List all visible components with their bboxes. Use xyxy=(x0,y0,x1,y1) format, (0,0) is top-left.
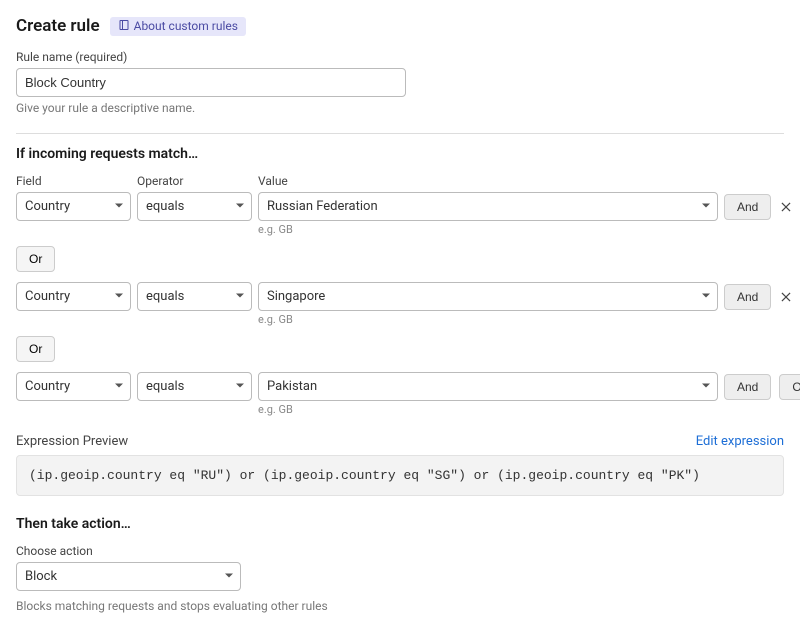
book-icon xyxy=(118,19,130,34)
value-column-label: Value xyxy=(258,174,718,188)
remove-condition-button[interactable] xyxy=(779,200,793,214)
caret-down-icon xyxy=(235,289,245,304)
divider xyxy=(16,133,784,134)
value-select[interactable]: Pakistan xyxy=(258,372,718,401)
condition-row: Country equals Russian Federation And xyxy=(16,192,784,221)
action-select-value: Block xyxy=(25,569,57,584)
caret-down-icon xyxy=(701,379,711,394)
operator-select-value: equals xyxy=(146,289,184,304)
expression-preview-label: Expression Preview xyxy=(16,434,128,449)
value-select[interactable]: Singapore xyxy=(258,282,718,311)
or-button[interactable]: Or xyxy=(16,336,55,362)
about-custom-rules-link[interactable]: About custom rules xyxy=(110,17,246,36)
expression-preview: (ip.geoip.country eq "RU") or (ip.geoip.… xyxy=(16,455,784,496)
caret-down-icon xyxy=(701,199,711,214)
operator-select[interactable]: equals xyxy=(137,192,252,221)
about-link-label: About custom rules xyxy=(134,19,238,33)
field-select-value: Country xyxy=(25,379,70,394)
value-select-value: Pakistan xyxy=(267,379,317,394)
caret-down-icon xyxy=(235,199,245,214)
value-hint: e.g. GB xyxy=(258,313,718,326)
and-button[interactable]: And xyxy=(724,194,771,220)
edit-expression-link[interactable]: Edit expression xyxy=(696,434,784,449)
rule-name-help: Give your rule a descriptive name. xyxy=(16,101,784,115)
action-select[interactable]: Block xyxy=(16,562,241,591)
operator-column-label: Operator xyxy=(137,174,252,188)
field-column-label: Field xyxy=(16,174,131,188)
field-select-value: Country xyxy=(25,289,70,304)
and-button[interactable]: And xyxy=(724,374,771,400)
field-select[interactable]: Country xyxy=(16,372,131,401)
page-title: Create rule xyxy=(16,16,100,36)
rule-name-label: Rule name (required) xyxy=(16,50,784,64)
value-hint: e.g. GB xyxy=(258,403,718,416)
value-select[interactable]: Russian Federation xyxy=(258,192,718,221)
condition-row: Country equals Pakistan And Or xyxy=(16,372,784,401)
remove-condition-button[interactable] xyxy=(779,290,793,304)
caret-down-icon xyxy=(114,289,124,304)
match-section-heading: If incoming requests match… xyxy=(16,146,784,162)
field-select[interactable]: Country xyxy=(16,282,131,311)
or-button-trailing[interactable]: Or xyxy=(779,374,800,400)
action-section-heading: Then take action… xyxy=(16,516,784,532)
operator-select-value: equals xyxy=(146,199,184,214)
condition-row: Country equals Singapore And xyxy=(16,282,784,311)
field-select-value: Country xyxy=(25,199,70,214)
operator-select[interactable]: equals xyxy=(137,372,252,401)
value-select-value: Russian Federation xyxy=(267,199,378,214)
rule-name-input[interactable] xyxy=(16,68,406,97)
caret-down-icon xyxy=(114,199,124,214)
field-select[interactable]: Country xyxy=(16,192,131,221)
caret-down-icon xyxy=(235,379,245,394)
operator-select[interactable]: equals xyxy=(137,282,252,311)
caret-down-icon xyxy=(224,569,234,584)
operator-select-value: equals xyxy=(146,379,184,394)
action-help: Blocks matching requests and stops evalu… xyxy=(16,599,784,613)
caret-down-icon xyxy=(114,379,124,394)
value-hint: e.g. GB xyxy=(258,223,718,236)
or-button[interactable]: Or xyxy=(16,246,55,272)
choose-action-label: Choose action xyxy=(16,544,784,558)
and-button[interactable]: And xyxy=(724,284,771,310)
value-select-value: Singapore xyxy=(267,289,325,304)
caret-down-icon xyxy=(701,289,711,304)
